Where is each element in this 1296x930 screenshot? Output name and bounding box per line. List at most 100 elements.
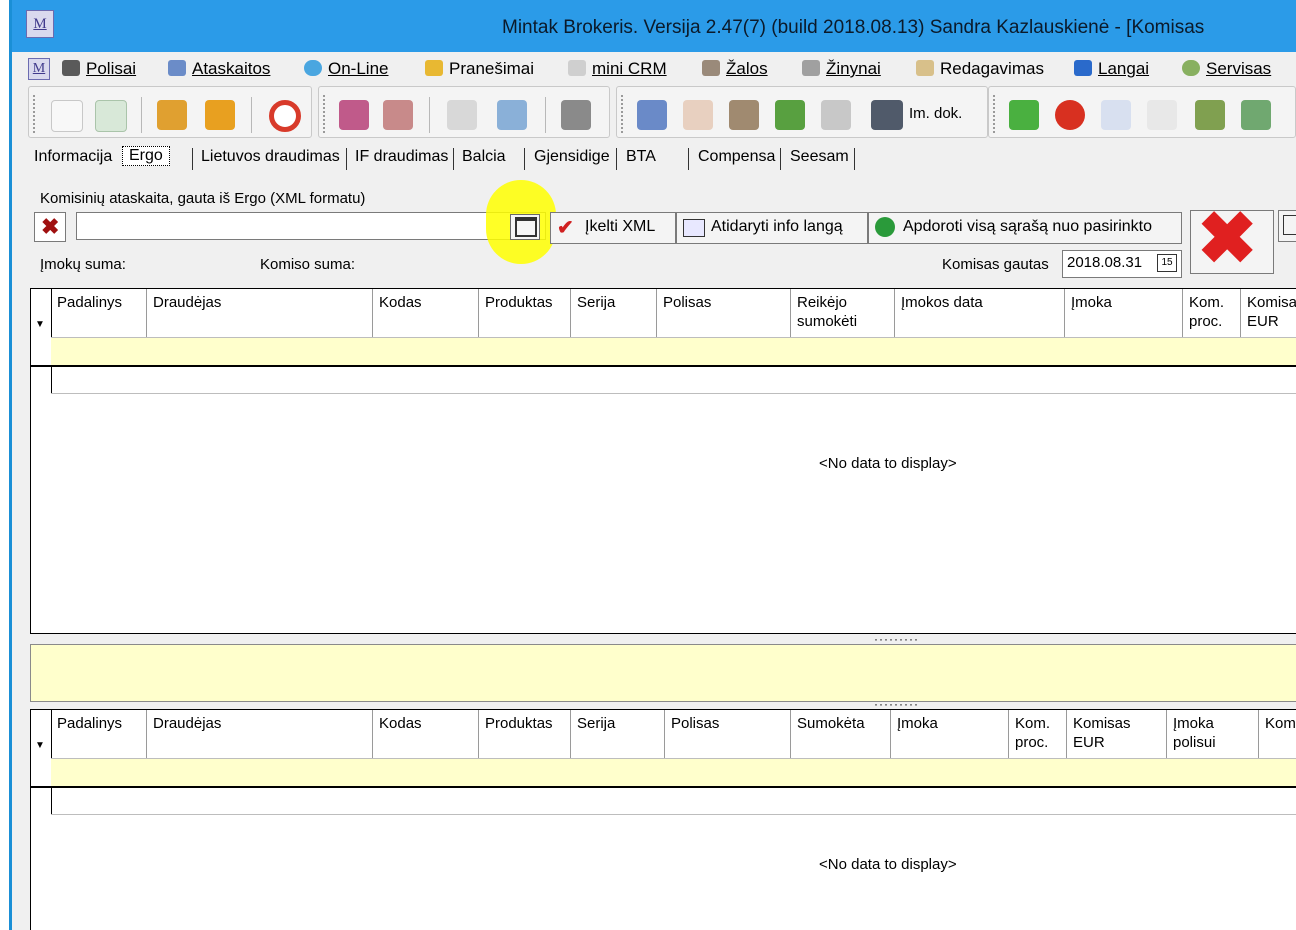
menu-zinynai[interactable]: Žinynai <box>802 59 881 79</box>
line-chart-icon[interactable] <box>1147 100 1177 130</box>
col-polisas[interactable]: Polisas <box>665 710 791 758</box>
mdi-icon[interactable]: M <box>28 57 50 80</box>
title-bar[interactable]: M Mintak Brokeris. Versija 2.47(7) (buil… <box>12 0 1296 52</box>
menu-zalos[interactable]: Žalos <box>702 59 768 79</box>
toolbar-grip[interactable] <box>323 95 328 133</box>
tab-gjensidige[interactable]: Gjensidige <box>534 148 610 166</box>
menu-pranesimai[interactable]: Pranešimai <box>425 59 534 79</box>
col-draudejas[interactable]: Draudėjas <box>147 289 373 337</box>
import-document-icon[interactable] <box>95 100 127 132</box>
details-area <box>30 644 1296 702</box>
open-info-label: Atidaryti info langą <box>711 218 843 235</box>
tab-seesam[interactable]: Seesam <box>790 148 849 166</box>
car-delete-icon[interactable] <box>561 100 591 130</box>
report-search-icon[interactable] <box>1101 100 1131 130</box>
col-serija[interactable]: Serija <box>571 710 665 758</box>
mail-icon[interactable] <box>447 100 477 130</box>
app-icon[interactable]: M <box>26 10 54 38</box>
toolbar: Im. dok. <box>12 83 1296 142</box>
col-kom-proc[interactable]: Kom. proc. <box>1009 710 1067 758</box>
chart-report-icon[interactable] <box>157 100 187 130</box>
im-dok-label[interactable]: Im. dok. <box>909 105 962 122</box>
download-icon[interactable] <box>383 100 413 130</box>
col-produktas[interactable]: Produktas <box>479 710 571 758</box>
crm-icon <box>568 60 586 76</box>
col-polisas[interactable]: Polisas <box>657 289 791 337</box>
col-padalinys[interactable]: Padalinys <box>51 289 147 337</box>
menu-ataskaitos[interactable]: Ataskaitos <box>168 59 270 79</box>
toolbar-grip[interactable] <box>993 95 998 133</box>
col-kom-polisui[interactable]: Kom polis <box>1259 710 1296 758</box>
tab-balcia[interactable]: Balcia <box>462 148 506 166</box>
col-imoka-polisui[interactable]: Įmoka polisui <box>1167 710 1259 758</box>
briefcase-icon[interactable] <box>205 100 235 130</box>
clear-file-button[interactable]: ✖ <box>34 212 66 242</box>
col-kodas[interactable]: Kodas <box>373 710 479 758</box>
folder-open-icon[interactable] <box>871 100 903 130</box>
col-komisas-eur[interactable]: Komisas EUR <box>1067 710 1167 758</box>
col-imoka[interactable]: Įmoka <box>891 710 1009 758</box>
col-sumoketa[interactable]: Sumokėta <box>791 710 891 758</box>
row-selector[interactable] <box>31 786 52 814</box>
toolbar-grip[interactable] <box>33 95 38 133</box>
filter-indicator-icon[interactable]: ▼ <box>35 319 45 330</box>
extra-action-button[interactable] <box>1278 210 1296 242</box>
col-draudejas[interactable]: Draudėjas <box>147 710 373 758</box>
new-row[interactable] <box>51 788 1296 815</box>
settings-document-icon[interactable] <box>821 100 851 130</box>
calendar-user-icon[interactable] <box>497 100 527 130</box>
tab-bta[interactable]: BTA <box>626 148 656 166</box>
filter-row[interactable] <box>51 758 1296 787</box>
toolbar-separator <box>429 97 430 133</box>
menu-redagavimas[interactable]: Redagavimas <box>916 59 1044 79</box>
group-users-icon[interactable] <box>637 100 667 130</box>
browse-file-button[interactable] <box>510 214 540 240</box>
menu-servisas[interactable]: Servisas <box>1182 59 1271 79</box>
document-icon <box>1283 215 1296 235</box>
grid-indicator-column: ▼ <box>31 710 52 786</box>
col-komisas-eur[interactable]: Komisa EUR <box>1241 289 1296 337</box>
delete-button[interactable]: ✖ <box>1190 203 1274 275</box>
map-icon[interactable] <box>775 100 805 130</box>
commission-received-label: Komisas gautas <box>942 256 1049 273</box>
col-imokos-data[interactable]: Įmokos data <box>895 289 1065 337</box>
open-info-window-button[interactable]: Atidaryti info langą <box>676 212 868 244</box>
import-xml-button[interactable]: ✔ Įkelti XML <box>550 212 676 244</box>
money-icon[interactable] <box>1195 100 1225 130</box>
col-reikejo-sumoketi[interactable]: Reikėjo sumokėti <box>791 289 895 337</box>
col-produktas[interactable]: Produktas <box>479 289 571 337</box>
new-document-icon[interactable] <box>51 100 83 132</box>
calendar-icon[interactable]: 15 <box>1157 254 1177 272</box>
tab-informacija[interactable]: Informacija <box>34 148 112 166</box>
commission-received-date-picker[interactable]: 2018.08.31 15 <box>1062 250 1182 278</box>
row-selector[interactable] <box>31 365 52 393</box>
tab-compensa[interactable]: Compensa <box>698 148 775 166</box>
dictionary-icon <box>802 60 820 76</box>
menu-mini-crm[interactable]: mini CRM <box>568 59 667 79</box>
tab-if-draudimas[interactable]: IF draudimas <box>355 148 448 166</box>
col-serija[interactable]: Serija <box>571 289 657 337</box>
menu-polisai[interactable]: Polisai <box>62 59 136 79</box>
col-imoka[interactable]: Įmoka <box>1065 289 1183 337</box>
menu-langai[interactable]: Langai <box>1074 59 1149 79</box>
people-icon[interactable] <box>339 100 369 130</box>
pie-chart-icon[interactable] <box>1055 100 1085 130</box>
process-all-button[interactable]: Apdoroti visą sąrašą nuo pasirinkto <box>868 212 1182 244</box>
col-padalinys[interactable]: Padalinys <box>51 710 147 758</box>
new-row[interactable] <box>51 367 1296 394</box>
filter-indicator-icon[interactable]: ▼ <box>35 740 45 751</box>
cabinet-icon[interactable] <box>1241 100 1271 130</box>
filter-row[interactable] <box>51 337 1296 366</box>
col-kom-proc[interactable]: Kom. proc. <box>1183 289 1241 337</box>
menu-online[interactable]: On-Line <box>304 59 388 79</box>
toolbar-grip[interactable] <box>621 95 626 133</box>
tab-lietuvos-draudimas[interactable]: Lietuvos draudimas <box>201 148 340 166</box>
lifebuoy-icon[interactable] <box>269 100 301 132</box>
tab-ergo[interactable]: Ergo <box>122 146 170 166</box>
arrow-up-icon[interactable] <box>1009 100 1039 130</box>
xml-file-input[interactable] <box>76 212 546 240</box>
no-data-message: <No data to display> <box>819 455 957 472</box>
handshake-icon[interactable] <box>729 100 759 130</box>
col-kodas[interactable]: Kodas <box>373 289 479 337</box>
person-icon[interactable] <box>683 100 713 130</box>
